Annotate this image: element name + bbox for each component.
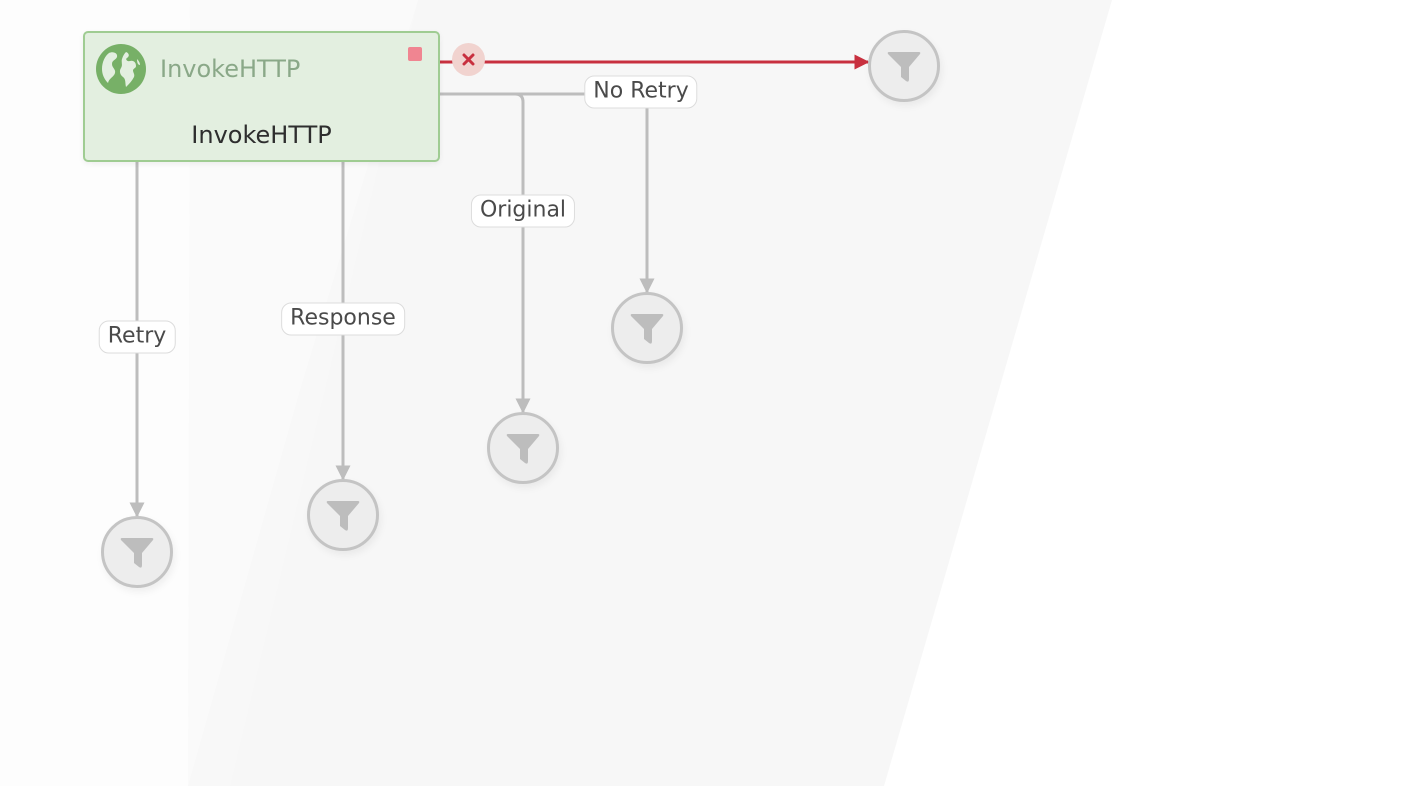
connection-label-original[interactable]: Original: [470, 194, 576, 228]
globe-icon: [96, 44, 146, 94]
funnel-icon: [630, 314, 664, 344]
stopped-status-icon: [408, 47, 422, 61]
funnel-icon: [506, 434, 540, 464]
connection-label-no-retry[interactable]: No Retry: [584, 75, 698, 109]
funnel-node[interactable]: [868, 30, 940, 102]
connection-label-retry[interactable]: Retry: [98, 320, 176, 354]
funnel-icon: [120, 538, 154, 568]
close-icon: [462, 53, 475, 66]
connection-failure-badge[interactable]: [452, 43, 485, 76]
funnel-node[interactable]: [101, 516, 173, 588]
funnel-node[interactable]: [307, 479, 379, 551]
funnel-icon: [887, 52, 921, 82]
processor-type-label: InvokeHTTP: [160, 55, 301, 83]
funnel-node[interactable]: [611, 292, 683, 364]
processor-name: InvokeHTTP: [191, 121, 332, 149]
funnel-node[interactable]: [487, 412, 559, 484]
funnel-icon: [326, 501, 360, 531]
connection-label-response[interactable]: Response: [281, 302, 405, 336]
processor-invokehttp[interactable]: InvokeHTTP InvokeHTTP: [83, 31, 440, 162]
